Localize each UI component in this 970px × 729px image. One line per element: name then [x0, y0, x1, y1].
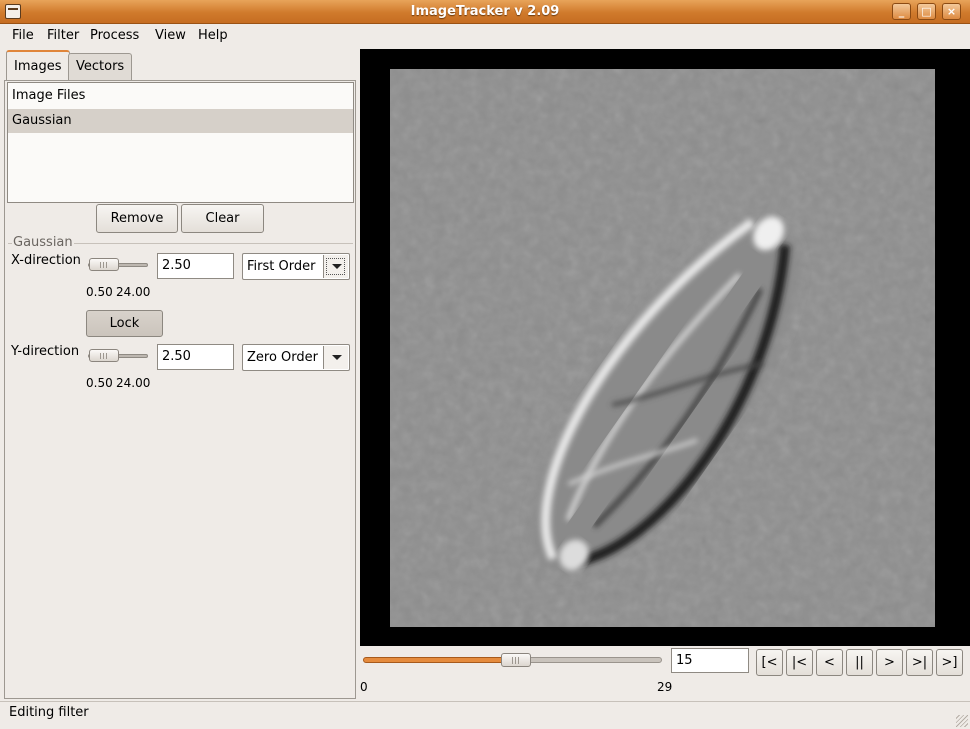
menu-process[interactable]: Process [90, 28, 139, 43]
status-text: Editing filter [9, 705, 89, 720]
list-item[interactable]: Image Files [8, 84, 353, 108]
lock-button[interactable]: Lock [86, 310, 163, 337]
y-direction-label: Y-direction [11, 344, 80, 359]
y-slider-handle[interactable] [89, 349, 119, 362]
window-title: ImageTracker v 2.09 [410, 4, 560, 19]
remove-button[interactable]: Remove [96, 204, 178, 233]
tab-vectors[interactable]: Vectors [68, 53, 133, 81]
x-direction-label: X-direction [11, 253, 81, 268]
gaussian-group-title: Gaussian [12, 235, 74, 250]
filtered-cell-image [390, 69, 935, 627]
status-bar: Editing filter [0, 701, 970, 729]
frame-slider-min: 0 [360, 680, 368, 694]
image-list[interactable]: Image Files Gaussian [7, 82, 354, 203]
x-order-value: First Order [247, 259, 316, 274]
frame-slider-track[interactable] [516, 657, 662, 663]
x-slider-max: 24.00 [116, 285, 151, 299]
tab-images[interactable]: Images [6, 50, 70, 81]
title-bar: ImageTracker v 2.09 _ □ × [0, 0, 970, 24]
resize-grip-icon[interactable] [956, 715, 968, 727]
pane-splitter[interactable] [355, 49, 359, 701]
x-slider-handle[interactable] [89, 258, 119, 271]
go-last-button[interactable]: >] [936, 649, 963, 676]
maximize-icon[interactable]: □ [917, 3, 936, 20]
menu-view[interactable]: View [155, 28, 186, 43]
y-order-select[interactable]: Zero Order [242, 344, 350, 371]
menu-file[interactable]: File [12, 28, 34, 43]
frame-slider-max: 29 [657, 680, 673, 694]
pause-button[interactable]: || [846, 649, 873, 676]
menu-help[interactable]: Help [198, 28, 228, 43]
clear-button[interactable]: Clear [181, 204, 264, 233]
frame-slider-fill[interactable] [363, 657, 518, 663]
image-viewer[interactable] [360, 49, 970, 646]
y-value-input[interactable]: 2.50 [157, 344, 234, 370]
y-slider-max: 24.00 [116, 376, 151, 390]
close-icon[interactable]: × [942, 3, 961, 20]
frame-number-input[interactable]: 15 [671, 648, 749, 673]
chevron-down-icon[interactable] [323, 346, 348, 369]
x-order-select[interactable]: First Order [242, 253, 350, 280]
list-item-selected[interactable]: Gaussian [8, 109, 353, 133]
step-to-end-button[interactable]: >| [906, 649, 933, 676]
minimize-icon[interactable]: _ [892, 3, 911, 20]
step-forward-button[interactable]: > [876, 649, 903, 676]
step-back-button[interactable]: < [816, 649, 843, 676]
menu-filter[interactable]: Filter [47, 28, 79, 43]
step-to-start-button[interactable]: |< [786, 649, 813, 676]
chevron-down-icon[interactable] [323, 255, 348, 278]
menu-bar: File Filter Process View Help [0, 24, 970, 49]
y-slider-min: 0.50 [86, 376, 113, 390]
go-first-button[interactable]: [< [756, 649, 783, 676]
y-order-value: Zero Order [247, 350, 318, 365]
tab-bar: Images Vectors [0, 49, 358, 81]
x-value-input[interactable]: 2.50 [157, 253, 234, 279]
frame-slider-handle[interactable] [501, 653, 531, 667]
x-slider-min: 0.50 [86, 285, 113, 299]
